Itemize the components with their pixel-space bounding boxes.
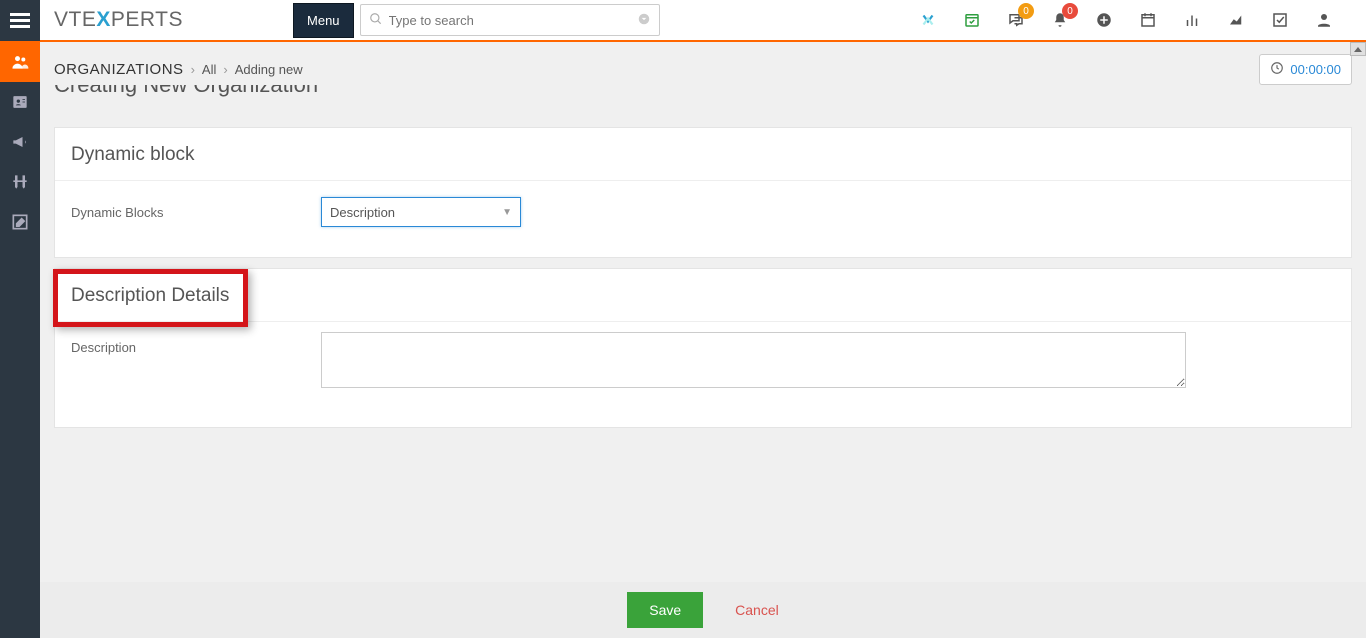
menu-button[interactable]: Menu bbox=[293, 3, 354, 38]
user-icon[interactable] bbox=[1302, 0, 1346, 41]
bell-badge: 0 bbox=[1062, 3, 1078, 19]
description-label: Description bbox=[71, 332, 321, 355]
top-icon-bar: 0 0 bbox=[906, 0, 1366, 41]
sidebar-item-contacts[interactable] bbox=[0, 82, 40, 122]
dynamic-blocks-select[interactable]: Description ▼ bbox=[321, 197, 521, 227]
dynamic-block-title: Dynamic block bbox=[55, 128, 1351, 180]
timer-widget[interactable]: 00:00:00 bbox=[1259, 54, 1352, 85]
chevron-down-icon[interactable] bbox=[637, 12, 651, 29]
dynamic-blocks-label: Dynamic Blocks bbox=[71, 197, 321, 220]
checkbox-icon[interactable] bbox=[1258, 0, 1302, 41]
breadcrumb-current: Adding new bbox=[235, 62, 303, 77]
breadcrumb-all[interactable]: All bbox=[202, 62, 216, 77]
sidebar-item-organizations[interactable] bbox=[0, 42, 40, 82]
bar-chart-icon[interactable] bbox=[1170, 0, 1214, 41]
search-box[interactable] bbox=[360, 4, 660, 36]
dynamic-block-panel: Dynamic block Dynamic Blocks Description… bbox=[54, 127, 1352, 258]
clock-icon bbox=[1270, 61, 1284, 78]
chevron-right-icon: › bbox=[191, 62, 195, 77]
sidebar-item-campaigns[interactable] bbox=[0, 122, 40, 162]
description-details-panel: Description Details Description bbox=[54, 268, 1352, 428]
plus-circle-icon[interactable] bbox=[1082, 0, 1126, 41]
breadcrumb: ORGANIZATIONS › All › Adding new 00:00:0… bbox=[40, 42, 1366, 91]
caret-down-icon: ▼ bbox=[502, 207, 512, 218]
chevron-right-icon: › bbox=[223, 62, 227, 77]
bars-icon bbox=[10, 10, 30, 31]
description-details-title: Description Details bbox=[55, 269, 1351, 321]
top-bar: VTEXPERTS Menu 0 0 bbox=[0, 0, 1366, 42]
page-title: Creating New Organization bbox=[40, 85, 1366, 103]
timer-value: 00:00:00 bbox=[1290, 62, 1341, 77]
search-icon bbox=[369, 12, 383, 29]
hamburger-menu[interactable] bbox=[0, 0, 40, 41]
app-logo: VTEXPERTS bbox=[54, 8, 183, 32]
save-button[interactable]: Save bbox=[627, 592, 703, 628]
calendar-check-icon[interactable] bbox=[950, 0, 994, 41]
main-content: ORGANIZATIONS › All › Adding new 00:00:0… bbox=[40, 42, 1366, 638]
chat-icon[interactable]: 0 bbox=[994, 0, 1038, 41]
description-textarea[interactable] bbox=[321, 332, 1186, 388]
extension-icon[interactable] bbox=[906, 0, 950, 41]
bell-icon[interactable]: 0 bbox=[1038, 0, 1082, 41]
sidebar-item-edit[interactable] bbox=[0, 202, 40, 242]
select-value: Description bbox=[330, 205, 395, 220]
description-row: Description bbox=[71, 332, 1335, 391]
area-chart-icon[interactable] bbox=[1214, 0, 1258, 41]
cancel-link[interactable]: Cancel bbox=[735, 602, 779, 618]
scrollbar-up-arrow[interactable] bbox=[1350, 42, 1366, 56]
calendar-icon[interactable] bbox=[1126, 0, 1170, 41]
chat-badge: 0 bbox=[1018, 3, 1034, 19]
breadcrumb-root[interactable]: ORGANIZATIONS bbox=[54, 61, 184, 78]
dynamic-blocks-row: Dynamic Blocks Description ▼ bbox=[71, 197, 1335, 227]
sidebar-item-leads[interactable] bbox=[0, 162, 40, 202]
search-input[interactable] bbox=[389, 13, 637, 28]
footer-actions: Save Cancel bbox=[40, 582, 1366, 638]
left-sidebar bbox=[0, 42, 40, 638]
